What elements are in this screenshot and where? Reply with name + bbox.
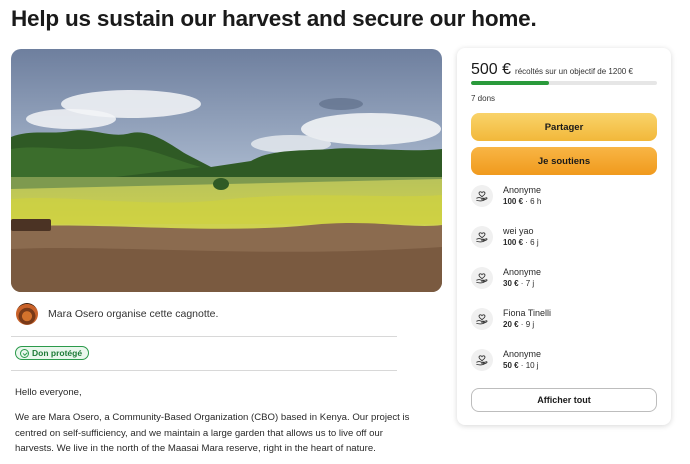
divider xyxy=(11,370,397,371)
donor-amount: 20 € xyxy=(503,320,519,329)
campaign-photo xyxy=(11,49,442,292)
story-greeting: Hello everyone, xyxy=(15,387,82,398)
donor-name: Anonyme xyxy=(503,185,542,195)
share-button[interactable]: Partager xyxy=(471,113,657,141)
heart-hand-icon xyxy=(471,226,493,248)
story-paragraph: We are Mara Osero, a Community-Based Org… xyxy=(15,411,410,455)
donor-amount: 100 € xyxy=(503,197,524,206)
donor-amount: 30 € xyxy=(503,279,519,288)
heart-hand-icon xyxy=(471,185,493,207)
donor-name: Anonyme xyxy=(503,267,542,277)
donor-time: · 10 j xyxy=(518,361,539,370)
organizer-row: Mara Osero organise cette cagnotte. xyxy=(16,303,218,325)
page-title: Help us sustain our harvest and secure o… xyxy=(11,6,537,31)
heart-hand-icon xyxy=(471,349,493,371)
donor-item: Anonyme 100 € · 6 h xyxy=(471,184,541,208)
donor-info: Anonyme 50 € · 10 j xyxy=(503,348,541,372)
organizer-text: Mara Osero organise cette cagnotte. xyxy=(48,308,219,320)
donor-time: · 7 j xyxy=(518,279,535,288)
amount-raised: 500 € récoltés sur un objectif de 1200 € xyxy=(471,61,633,79)
donor-time: · 6 j xyxy=(523,238,539,247)
donor-time: · 6 h xyxy=(523,197,542,206)
donor-name: Anonyme xyxy=(503,349,542,359)
heart-hand-icon xyxy=(471,267,493,289)
donor-info: Fiona Tinelli 20 € · 9 j xyxy=(503,307,551,331)
donor-time: · 9 j xyxy=(518,320,535,329)
donor-amount: 100 € xyxy=(503,238,524,247)
badge-label: Don protégé xyxy=(32,348,83,358)
protected-donation-badge[interactable]: Don protégé xyxy=(15,346,90,360)
donor-meta: 30 € · 7 j xyxy=(503,278,541,290)
progress-bar xyxy=(471,81,657,85)
donations-count: 7 dons xyxy=(471,94,496,103)
donor-meta: 50 € · 10 j xyxy=(503,360,541,372)
organizer-avatar[interactable] xyxy=(16,303,38,325)
donation-card: 500 € récoltés sur un objectif de 1200 €… xyxy=(457,48,671,425)
donor-meta: 100 € · 6 h xyxy=(503,196,541,208)
donor-amount: 50 € xyxy=(503,361,519,370)
progress-fill xyxy=(471,81,550,85)
donor-item: Anonyme 50 € · 10 j xyxy=(471,348,541,372)
donor-info: Anonyme 100 € · 6 h xyxy=(503,184,541,208)
donor-info: wei yao 100 € · 6 j xyxy=(503,225,539,249)
campaign-story: Hello everyone, We are Mara Osero, a Com… xyxy=(15,385,410,457)
donor-meta: 20 € · 9 j xyxy=(503,319,551,331)
support-button[interactable]: Je soutiens xyxy=(471,147,657,175)
heart-hand-icon xyxy=(471,308,493,330)
donor-item: Anonyme 30 € · 7 j xyxy=(471,266,541,290)
goal-text: récoltés sur un objectif de 1200 € xyxy=(515,67,633,76)
donor-name: wei yao xyxy=(503,226,534,236)
donor-info: Anonyme 30 € · 7 j xyxy=(503,266,541,290)
donor-meta: 100 € · 6 j xyxy=(503,237,539,249)
shield-check-icon xyxy=(20,348,29,358)
show-all-button[interactable]: Afficher tout xyxy=(471,388,657,412)
divider xyxy=(11,336,397,337)
donor-item: wei yao 100 € · 6 j xyxy=(471,225,539,249)
donor-item: Fiona Tinelli 20 € · 9 j xyxy=(471,307,551,331)
donor-name: Fiona Tinelli xyxy=(503,308,552,318)
amount-value: 500 € xyxy=(471,61,512,78)
